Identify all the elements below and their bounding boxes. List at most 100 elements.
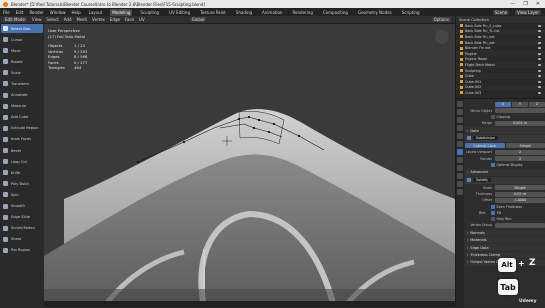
offset-field[interactable]: -1.0000 (495, 198, 545, 203)
maximize-button[interactable]: ❐ (523, 1, 527, 7)
material-tab-icon[interactable] (457, 189, 463, 195)
output-tab-icon[interactable] (457, 117, 463, 123)
tool-loop-cut[interactable]: Loop Cut (1, 157, 43, 166)
modifier-tab-icon[interactable] (457, 149, 463, 155)
eye-icon[interactable] (538, 86, 541, 88)
tab-uv-editing[interactable]: UV Editing (167, 9, 192, 16)
render-levels-field[interactable]: 2 (495, 156, 545, 161)
merge-distance-field[interactable]: 0.001 m (495, 121, 545, 126)
eye-icon[interactable] (538, 92, 541, 94)
object-tab-icon[interactable] (457, 141, 463, 147)
mirror-object-field[interactable] (495, 108, 545, 113)
solidify-mode-dropdown[interactable]: Simple (495, 185, 545, 190)
vertex-group-field[interactable] (495, 223, 545, 228)
scene-selector[interactable]: Scene (493, 10, 509, 15)
eye-icon[interactable] (538, 81, 541, 83)
tab-layout[interactable]: Layout (87, 9, 105, 16)
vertex[interactable] (298, 135, 300, 137)
catmull-clark-button[interactable]: Catmull-Clark (465, 143, 505, 148)
tool-bevel[interactable]: Bevel (1, 146, 43, 155)
eye-icon[interactable] (538, 47, 541, 49)
materials-section[interactable]: ›Materials (465, 237, 545, 243)
tool-extrude-region[interactable]: Extrude Region (1, 124, 43, 133)
vertex[interactable] (258, 119, 260, 121)
data-tab-icon[interactable] (457, 181, 463, 187)
advanced-section[interactable]: ›Advanced (465, 169, 545, 175)
tool-move[interactable]: Move (1, 46, 43, 55)
tool-rotate[interactable]: Rotate (1, 57, 43, 66)
tool-scale[interactable]: Scale (1, 68, 43, 77)
normals-section[interactable]: ›Normals (465, 230, 545, 236)
edge-data-section[interactable]: ›Edge Data (465, 244, 545, 250)
output-vertex-groups-section[interactable]: ›Output Vertex Groups (465, 259, 545, 265)
eye-icon[interactable] (538, 30, 541, 32)
solidify-modifier-header[interactable]: Solidify (465, 177, 545, 184)
transform-orientation-dropdown[interactable]: Global (190, 17, 207, 22)
header-menu-mesh[interactable]: Mesh (77, 17, 88, 22)
vertex[interactable] (238, 118, 240, 120)
vertex[interactable] (253, 127, 255, 129)
tool-annotate[interactable]: Annotate (1, 91, 43, 100)
view-layer-selector[interactable]: View Layer (515, 10, 541, 15)
tab-sculpting[interactable]: Sculpting (138, 9, 161, 16)
eye-icon[interactable] (538, 64, 541, 66)
3d-viewport[interactable]: User Perspective (17) Full Tank Metal Ob… (44, 24, 455, 307)
tool-tab-icon[interactable] (457, 101, 463, 107)
tool-spin[interactable]: Spin (1, 190, 43, 199)
tool-poly-build[interactable]: Poly Build (1, 179, 43, 188)
render-tab-icon[interactable] (457, 109, 463, 115)
subdivision-modifier-header[interactable]: Subdivision (465, 135, 545, 142)
levels-viewport-field[interactable]: 2 (495, 150, 545, 155)
eye-icon[interactable] (538, 42, 541, 44)
eye-icon[interactable] (538, 70, 541, 72)
tab-modeling[interactable]: Modeling (110, 9, 132, 16)
options-dropdown[interactable]: Options (432, 17, 451, 22)
navigation-gizmo-icon[interactable] (435, 30, 449, 44)
tool-measure[interactable]: Measure (1, 102, 43, 111)
tab-scripting[interactable]: Scripting (400, 9, 422, 16)
axis-z-toggle[interactable]: Z (529, 102, 545, 107)
eye-icon[interactable] (538, 53, 541, 55)
header-menu-select[interactable]: Select (46, 17, 58, 22)
header-menu-add[interactable]: Add (64, 17, 72, 22)
thickness-field[interactable]: 0.01 m (495, 192, 545, 197)
tab-rendering[interactable]: Rendering (290, 9, 314, 16)
close-button[interactable]: ✕ (536, 1, 540, 7)
data-section[interactable]: ›Data (465, 127, 545, 133)
physics-tab-icon[interactable] (457, 165, 463, 171)
tab-shading[interactable]: Shading (234, 9, 254, 16)
menu-help[interactable]: Help (71, 10, 80, 15)
tool-inset-faces[interactable]: Inset Faces (1, 135, 43, 144)
eye-icon[interactable] (538, 75, 541, 77)
vertex[interactable] (248, 116, 250, 118)
thickness-clamp-section[interactable]: ›Thickness Clamp (465, 252, 545, 258)
tab-compositing[interactable]: Compositing (321, 9, 350, 16)
tool-shear[interactable]: Shear (1, 235, 43, 244)
mode-dropdown[interactable]: Edit Mode (3, 17, 27, 22)
tool-add-cube[interactable]: Add Cube (1, 113, 43, 122)
header-menu-edge[interactable]: Edge (110, 17, 120, 22)
header-menu-uv[interactable]: UV (139, 17, 145, 22)
simple-button[interactable]: Simple (506, 143, 545, 148)
menu-render[interactable]: Render (29, 10, 43, 15)
header-menu-face[interactable]: Face (125, 17, 134, 22)
vertex[interactable] (183, 141, 185, 143)
tool-smooth[interactable]: Smooth (1, 202, 43, 211)
axis-x-toggle[interactable]: X (495, 102, 511, 107)
minimize-button[interactable]: — (510, 1, 515, 7)
tool-select-box[interactable]: Select Box (1, 24, 43, 33)
tab-texture-paint[interactable]: Texture Paint (198, 9, 228, 16)
constraints-tab-icon[interactable] (457, 173, 463, 179)
world-tab-icon[interactable] (457, 133, 463, 139)
eye-icon[interactable] (538, 58, 541, 60)
list-item[interactable]: Cube.003 (456, 90, 545, 96)
header-menu-view[interactable]: View (32, 17, 42, 22)
header-menu-vertex[interactable]: Vertex (92, 17, 105, 22)
menu-edit[interactable]: Edit (16, 10, 24, 15)
eye-icon[interactable] (538, 36, 541, 38)
particles-tab-icon[interactable] (457, 157, 463, 163)
scene-tab-icon[interactable] (457, 125, 463, 131)
axis-y-toggle[interactable]: Y (512, 102, 528, 107)
menu-file[interactable]: File (3, 10, 10, 15)
tool-shrink-fatten[interactable]: Shrink/Fatten (1, 224, 43, 233)
